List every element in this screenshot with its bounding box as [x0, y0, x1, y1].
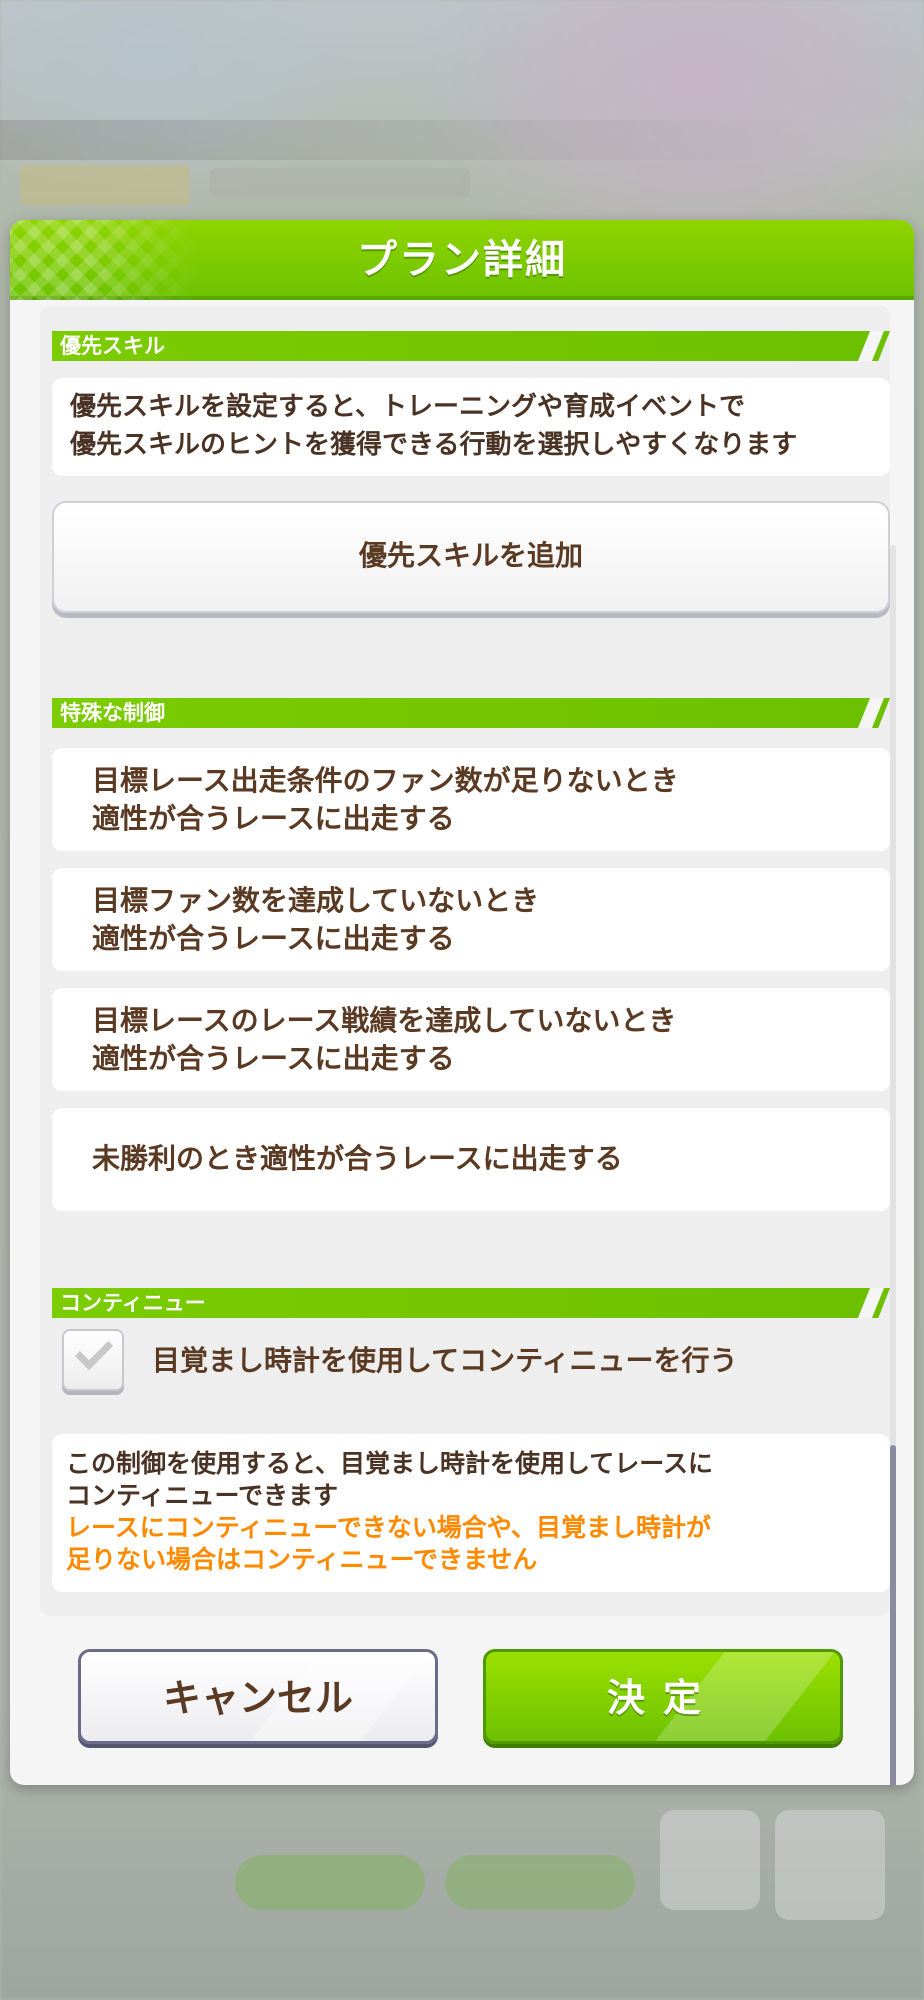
confirm-button-label: 決定	[606, 1676, 719, 1720]
option-line: 適性が合うレースに出走する	[92, 1042, 455, 1075]
priority-skill-description: 優先スキルを設定すると、トレーニングや育成イベントで 優先スキルのヒントを獲得で…	[52, 378, 890, 476]
description-line: 優先スキルを設定すると、トレーニングや育成イベントで	[70, 392, 745, 422]
option-line: 適性が合うレースに出走する	[92, 922, 455, 955]
continue-checkbox[interactable]	[62, 1329, 124, 1391]
section-title: 優先スキル	[60, 334, 165, 358]
continue-checkbox-label[interactable]: 目覚まし時計を使用してコンティニューを行う	[152, 1341, 852, 1381]
dialog-title: プラン詳細	[357, 237, 567, 283]
special-control-option[interactable]: 未勝利のとき適性が合うレースに出走する	[52, 1108, 890, 1211]
option-line: 未勝利のとき適性が合うレースに出走する	[92, 1142, 623, 1175]
continue-notice: この制御を使用すると、目覚まし時計を使用してレースに コンティニューできます レ…	[52, 1434, 890, 1592]
special-control-option[interactable]: 目標レース出走条件のファン数が足りないとき 適性が合うレースに出走する	[52, 748, 890, 851]
dialog-header: プラン詳細	[10, 220, 914, 300]
option-line: 目標レースのレース戦績を達成していないとき	[92, 1004, 677, 1037]
special-control-option[interactable]: 目標レースのレース戦績を達成していないとき 適性が合うレースに出走する	[52, 988, 890, 1091]
check-icon	[74, 1331, 114, 1371]
description-line: 優先スキルのヒントを獲得できる行動を選択しやすくなります	[70, 430, 798, 460]
section-header-priority-skill: 優先スキル	[52, 331, 890, 361]
cancel-button-label: キャンセル	[162, 1676, 353, 1720]
warning-line: レースにコンティニューできない場合や、目覚まし時計が	[66, 1513, 712, 1542]
section-header-special-control: 特殊な制御	[52, 698, 890, 728]
special-control-option[interactable]: 目標ファン数を達成していないとき 適性が合うレースに出走する	[52, 868, 890, 971]
dialog-content[interactable]: 優先スキル 優先スキルを設定すると、トレーニングや育成イベントで 優先スキルのヒ…	[40, 306, 890, 1616]
option-line: 適性が合うレースに出走する	[92, 802, 455, 835]
notice-line: この制御を使用すると、目覚まし時計を使用してレースに	[66, 1449, 714, 1478]
warning-line: 足りない場合はコンティニューできません	[66, 1545, 538, 1574]
notice-line: コンティニューできます	[66, 1481, 339, 1510]
scrollbar-thumb[interactable]	[890, 1445, 896, 1785]
scrollbar[interactable]	[890, 545, 896, 1785]
plan-detail-dialog: プラン詳細 優先スキル 優先スキルを設定すると、トレーニングや育成イベントで 優…	[10, 220, 914, 1785]
add-priority-skill-button[interactable]: 優先スキルを追加	[52, 501, 890, 613]
option-line: 目標レース出走条件のファン数が足りないとき	[92, 764, 679, 797]
cancel-button[interactable]: キャンセル	[78, 1649, 438, 1744]
section-header-continue: コンティニュー	[52, 1288, 890, 1318]
option-line: 目標ファン数を達成していないとき	[92, 884, 540, 917]
section-title: 特殊な制御	[60, 701, 165, 725]
confirm-button[interactable]: 決定	[483, 1649, 843, 1744]
section-title: コンティニュー	[60, 1291, 206, 1315]
